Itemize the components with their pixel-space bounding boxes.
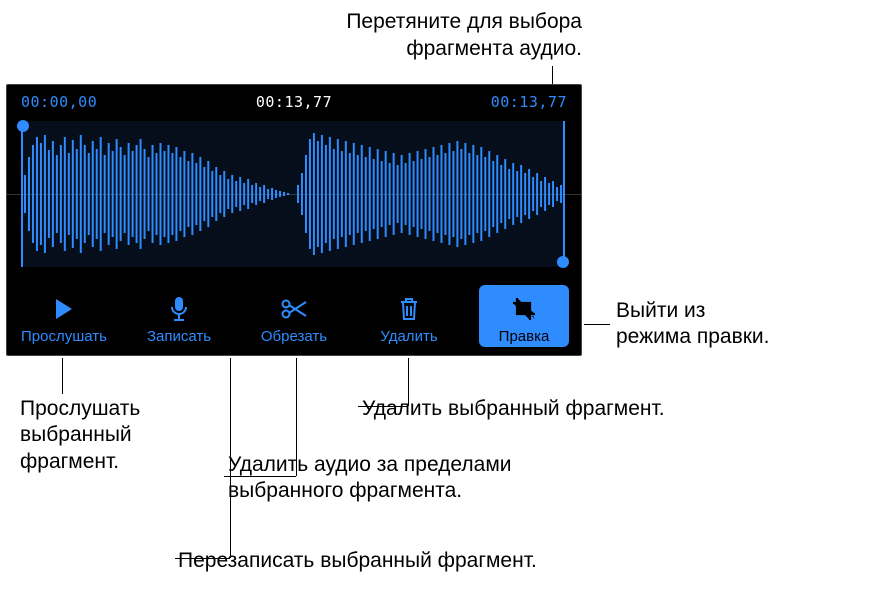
scissors-icon xyxy=(280,294,308,324)
play-button[interactable]: Прослушать xyxy=(19,285,109,347)
callout-listen: Прослушать выбранный фрагмент. xyxy=(20,396,220,475)
time-current: 00:13,77 xyxy=(256,93,332,111)
delete-label: Удалить xyxy=(380,328,437,345)
trash-icon xyxy=(398,294,420,324)
callout-trim: Удалить аудио за пределами выбранного фр… xyxy=(228,452,828,505)
edit-button[interactable]: Правка xyxy=(479,285,569,347)
callout-delete: Удалить выбранный фрагмент. xyxy=(362,396,862,422)
edit-label: Правка xyxy=(499,328,550,345)
callout-record: Перезаписать выбранный фрагмент. xyxy=(178,548,778,574)
waveform-svg xyxy=(21,115,567,273)
leader-line xyxy=(230,358,231,558)
leader-line xyxy=(175,558,230,559)
callout-drag-select: Перетяните для выбора фрагмента аудио. xyxy=(0,8,582,63)
audio-editor-panel: 00:00,00 00:13,77 00:13,77 xyxy=(6,84,582,356)
time-row: 00:00,00 00:13,77 00:13,77 xyxy=(7,85,581,111)
callout-exit-edit: Выйти из режима правки. xyxy=(616,298,866,351)
time-start: 00:00,00 xyxy=(21,93,97,111)
leader-line xyxy=(224,476,296,477)
record-button[interactable]: Записать xyxy=(134,285,224,347)
delete-button[interactable]: Удалить xyxy=(364,285,454,347)
crop-icon xyxy=(511,294,537,324)
leader-line xyxy=(296,358,297,476)
waveform-area[interactable] xyxy=(21,115,567,273)
trim-label: Обрезать xyxy=(261,328,327,345)
play-icon xyxy=(53,294,75,324)
trim-button[interactable]: Обрезать xyxy=(249,285,339,347)
editor-toolbar: Прослушать Записать Обрезать Удалить Пра… xyxy=(7,283,581,355)
mic-icon xyxy=(169,294,189,324)
record-label: Записать xyxy=(147,328,211,345)
leader-line xyxy=(408,358,409,406)
play-label: Прослушать xyxy=(21,328,107,345)
leader-line xyxy=(584,324,610,325)
time-end: 00:13,77 xyxy=(491,93,567,111)
leader-line xyxy=(62,358,63,394)
leader-line xyxy=(358,406,408,407)
